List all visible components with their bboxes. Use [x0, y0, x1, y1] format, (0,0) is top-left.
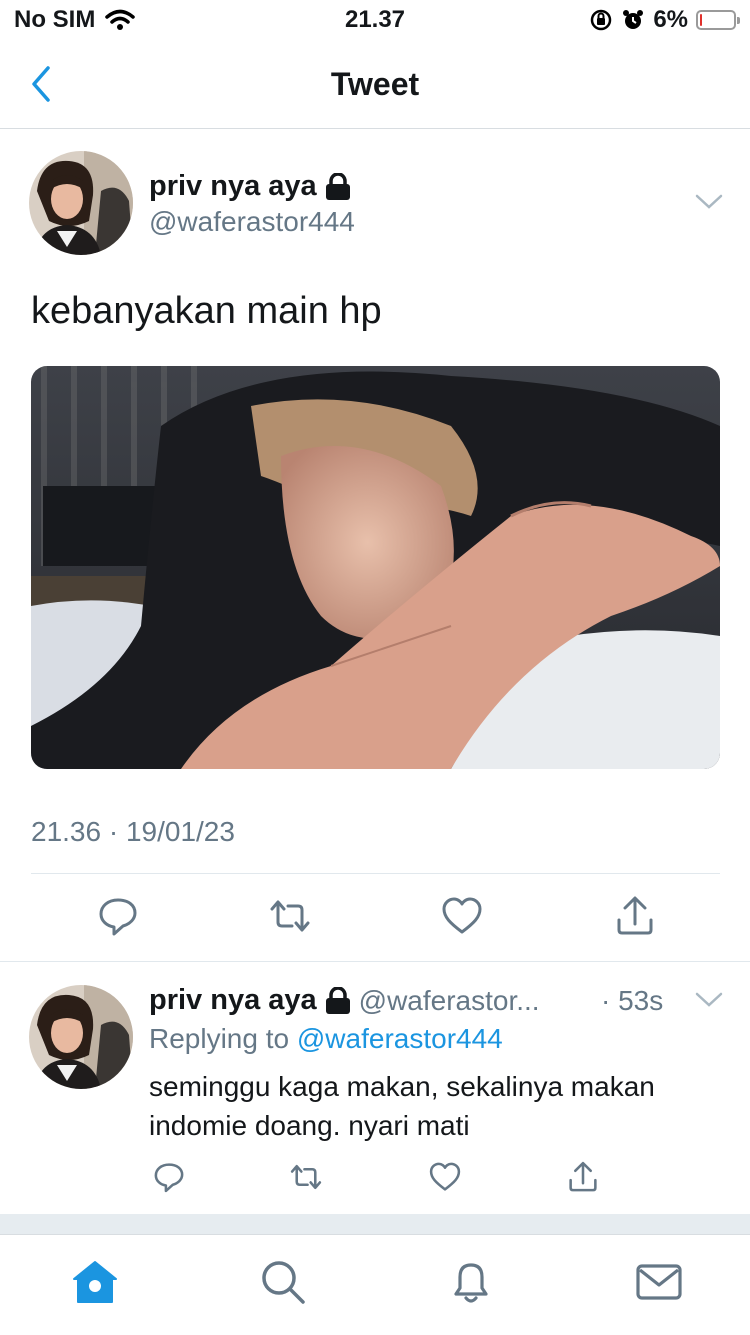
chevron-down-icon[interactable]	[694, 192, 724, 212]
page-title: Tweet	[330, 66, 420, 102]
battery-percent: 6%	[653, 6, 688, 33]
navigation-header: Tweet	[0, 50, 750, 129]
author-display-name: priv nya aya	[149, 170, 317, 202]
replying-to: Replying to @waferastor444	[149, 1023, 503, 1055]
tab-bar	[0, 1234, 750, 1335]
messages-icon[interactable]	[634, 1257, 684, 1307]
lock-icon	[325, 986, 350, 1014]
battery-icon	[696, 10, 740, 30]
replying-to-handle[interactable]: @waferastor444	[297, 1023, 503, 1054]
status-bar: No SIM 21.37 6%	[0, 0, 750, 40]
tweet-text: kebanyakan main hp	[31, 290, 382, 332]
alarm-icon	[623, 10, 644, 29]
like-icon[interactable]	[428, 1160, 462, 1194]
reply-icon[interactable]	[96, 894, 140, 938]
share-icon[interactable]	[566, 1160, 600, 1194]
reply-author-row: priv nya aya @waferastor...	[149, 984, 540, 1017]
battery-fill	[700, 14, 702, 26]
reply-author-handle[interactable]: @waferastor...	[359, 985, 540, 1017]
status-right: 6%	[589, 6, 740, 34]
divider	[31, 873, 720, 874]
reply-age: · 53s	[601, 985, 664, 1016]
retweet-icon[interactable]	[268, 894, 312, 938]
like-icon[interactable]	[440, 894, 484, 938]
replying-to-label: Replying to	[149, 1023, 290, 1054]
divider	[0, 961, 750, 962]
author-handle[interactable]: @waferastor444	[149, 206, 355, 238]
tweet-timestamp: 21.36 · 19/01/23	[31, 816, 235, 847]
reply-icon[interactable]	[152, 1160, 186, 1194]
home-icon[interactable]	[70, 1257, 120, 1307]
avatar[interactable]	[29, 151, 133, 255]
lock-icon	[325, 172, 350, 200]
tweet-photo[interactable]	[31, 366, 720, 769]
section-separator	[0, 1214, 750, 1234]
share-icon[interactable]	[613, 894, 657, 938]
retweet-icon[interactable]	[289, 1160, 323, 1194]
reply-avatar[interactable]	[29, 985, 133, 1089]
notifications-icon[interactable]	[446, 1257, 496, 1307]
reply-author-name[interactable]: priv nya aya	[149, 984, 317, 1017]
search-icon[interactable]	[258, 1257, 308, 1307]
chevron-down-icon[interactable]	[694, 990, 724, 1010]
orientation-lock-icon	[591, 9, 612, 31]
author-name[interactable]: priv nya aya	[149, 170, 351, 203]
reply-text: seminggu kaga makan, sekalinya makan ind…	[149, 1071, 655, 1141]
